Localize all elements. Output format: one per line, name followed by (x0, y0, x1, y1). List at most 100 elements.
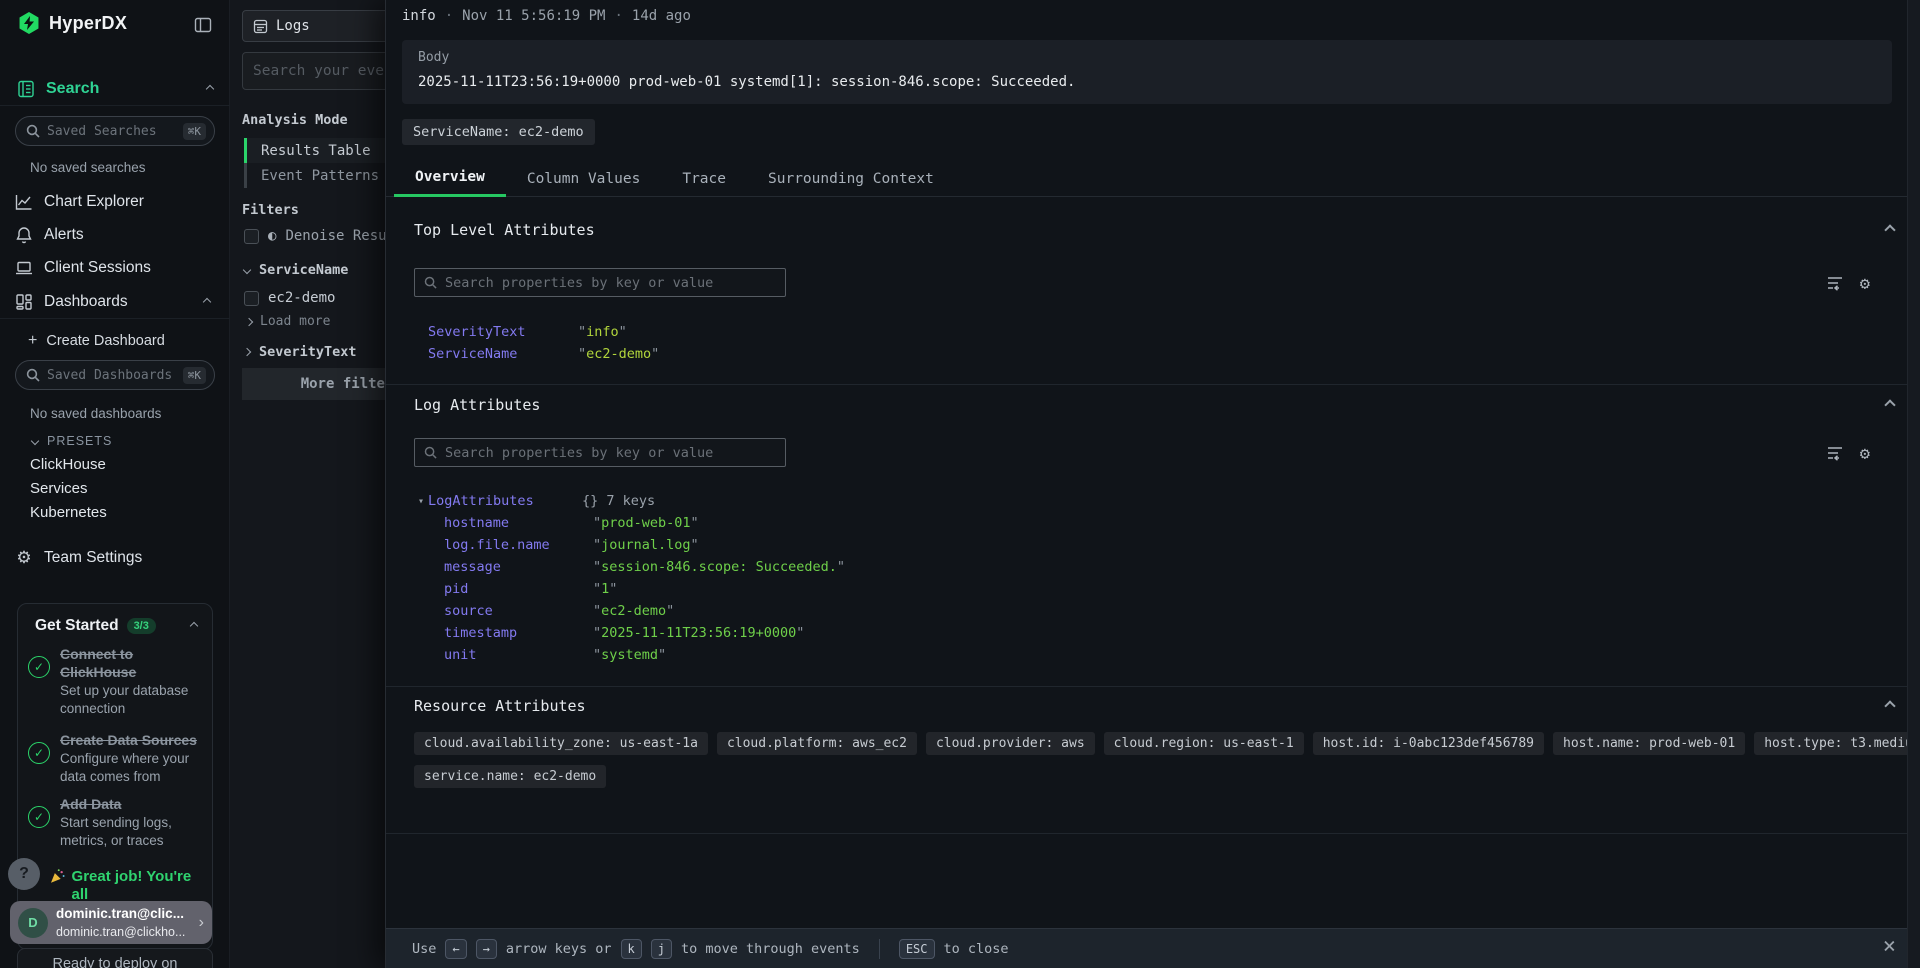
get-started-step[interactable]: ✓ Add Data Start sending logs, metrics, … (28, 796, 204, 850)
tab-overview[interactable]: Overview (394, 160, 506, 197)
attribute-row[interactable]: message "session-846.scope: Succeeded." (444, 559, 845, 575)
sidebar-item-team-settings[interactable]: ⚙ Team Settings (15, 544, 215, 572)
chevron-up-icon[interactable] (190, 622, 198, 630)
filter-group-servicename[interactable]: ServiceName (244, 262, 348, 278)
wrap-text-icon[interactable] (1826, 274, 1844, 296)
help-button[interactable]: ? (8, 858, 40, 890)
collapse-section-icon[interactable] (1884, 399, 1895, 410)
close-icon[interactable]: × (1883, 936, 1896, 958)
log-attributes-root-row[interactable]: ▾ LogAttributes {} 7 keys (418, 493, 655, 509)
step-subtitle: Start sending logs, metrics, or traces (60, 815, 172, 848)
sidebar-item-dashboards[interactable]: Dashboards (15, 288, 215, 316)
search-icon (26, 368, 40, 382)
section-tools: ⚙ (1826, 274, 1870, 296)
attribute-row[interactable]: pid "1" (444, 581, 617, 597)
service-name-chip[interactable]: ServiceName: ec2-demo (402, 119, 595, 145)
divider (386, 833, 1908, 834)
presets-toggle[interactable]: PRESETS (32, 434, 112, 448)
collapse-sidebar-icon[interactable] (194, 16, 212, 39)
preset-clickhouse[interactable]: ClickHouse (30, 456, 106, 473)
no-saved-searches-text: No saved searches (30, 160, 146, 175)
resource-chip[interactable]: cloud.region: us-east-1 (1104, 732, 1304, 755)
more-filters-button[interactable]: More filte (242, 368, 385, 400)
chevron-up-icon[interactable] (206, 85, 214, 93)
line-chart-icon (15, 193, 33, 211)
k-key: k (621, 939, 642, 959)
log-attributes-search-input[interactable]: Search properties by key or value (414, 438, 786, 467)
team-settings-label: Team Settings (44, 549, 142, 567)
sidebar-item-alerts[interactable]: Alerts (15, 221, 215, 249)
event-header: info · Nov 11 5:56:19 PM · 14d ago (402, 8, 691, 24)
load-more-button[interactable]: Load more (246, 314, 330, 329)
sidebar-item-client-sessions[interactable]: Client Sessions (15, 254, 215, 282)
filter-group-severitytext[interactable]: SeverityText (244, 344, 357, 360)
filter-value-label: ec2-demo (268, 290, 335, 306)
attribute-row[interactable]: source "ec2-demo" (444, 603, 674, 619)
chevron-right-icon: › (199, 914, 204, 932)
user-menu[interactable]: D dominic.tran@clic... dominic.tran@clic… (10, 901, 212, 944)
resource-chip[interactable]: cloud.provider: aws (926, 732, 1095, 755)
attribute-row[interactable]: hostname "prod-web-01" (444, 515, 699, 531)
mode-event-patterns[interactable]: Event Patterns (244, 163, 385, 188)
mode-results-table[interactable]: Results Table (244, 138, 385, 163)
resource-chip[interactable]: host.id: i-0abc123def456789 (1313, 732, 1544, 755)
sidebar-item-chart-explorer[interactable]: Chart Explorer (15, 188, 215, 216)
create-dashboard-button[interactable]: + Create Dashboard (28, 332, 165, 350)
resource-chip[interactable]: host.name: prod-web-01 (1553, 732, 1745, 755)
search-label: Search (46, 80, 99, 98)
check-circle-icon: ✓ (28, 656, 50, 678)
attribute-row[interactable]: SeverityText "info" (428, 324, 627, 340)
step-title: Connect to ClickHouse (60, 646, 136, 680)
denoise-filter[interactable]: ◐ Denoise Resul (244, 228, 385, 244)
plus-icon: + (28, 332, 37, 350)
search-placeholder: Search properties by key or value (445, 445, 713, 461)
chevron-up-icon[interactable] (203, 298, 211, 306)
preset-kubernetes[interactable]: Kubernetes (30, 504, 107, 521)
nav-label: Dashboards (44, 293, 128, 311)
scrollbar[interactable] (1907, 0, 1920, 968)
collapse-section-icon[interactable] (1884, 700, 1895, 711)
resource-chip[interactable]: host.type: t3.medium (1754, 732, 1920, 755)
laptop-icon (15, 259, 33, 277)
top-level-attributes-title: Top Level Attributes (414, 221, 595, 239)
collapse-section-icon[interactable] (1884, 224, 1895, 235)
saved-dashboards-input[interactable]: Saved Dashboards ⌘K (15, 360, 215, 390)
saved-searches-input[interactable]: Saved Searches ⌘K (15, 116, 215, 146)
deploy-banner[interactable]: Ready to deploy on (17, 948, 213, 968)
esc-key: ESC (899, 939, 935, 959)
get-started-header[interactable]: Get Started 3/3 (35, 617, 197, 635)
wrap-text-icon[interactable] (1826, 444, 1844, 466)
resource-chips-row: service.name: ec2-demo (414, 765, 606, 788)
denoise-label: Denoise Resul (285, 228, 385, 244)
get-started-step[interactable]: ✓ Connect to ClickHouse Set up your data… (28, 646, 204, 718)
resource-chip[interactable]: service.name: ec2-demo (414, 765, 606, 788)
sidebar-item-search[interactable]: Search (17, 80, 213, 98)
top-level-search-input[interactable]: Search properties by key or value (414, 268, 786, 297)
resource-chip[interactable]: cloud.availability_zone: us-east-1a (414, 732, 708, 755)
tab-surrounding-context[interactable]: Surrounding Context (747, 160, 955, 197)
tab-column-values[interactable]: Column Values (506, 160, 662, 197)
source-selector[interactable]: Logs (242, 10, 385, 42)
step-subtitle: Set up your database connection (60, 683, 188, 716)
check-circle-icon: ✓ (28, 742, 50, 764)
resource-chip[interactable]: cloud.platform: aws_ec2 (717, 732, 917, 755)
gear-icon[interactable]: ⚙ (1860, 444, 1870, 466)
divider (879, 939, 880, 959)
attribute-row[interactable]: ServiceName "ec2-demo" (428, 346, 659, 362)
gear-icon[interactable]: ⚙ (1860, 274, 1870, 296)
checkbox[interactable] (244, 291, 259, 306)
expander-triangle-icon[interactable]: ▾ (418, 496, 424, 507)
hyperdx-logo-icon (18, 12, 40, 34)
tab-trace[interactable]: Trace (661, 160, 747, 197)
attribute-row[interactable]: unit "systemd" (444, 647, 666, 663)
attribute-row[interactable]: timestamp "2025-11-11T23:56:19+0000" (444, 625, 804, 641)
filter-value-ec2-demo[interactable]: ec2-demo (244, 290, 385, 306)
keys-count-badge: {} 7 keys (582, 493, 655, 509)
attribute-row[interactable]: log.file.name "journal.log" (444, 537, 699, 553)
preset-services[interactable]: Services (30, 480, 88, 497)
get-started-step[interactable]: ✓ Create Data Sources Configure where yo… (28, 732, 204, 786)
severity-text: info (402, 8, 436, 24)
event-search-input[interactable] (242, 52, 385, 90)
user-email: dominic.tran@clickho... (56, 925, 185, 939)
checkbox[interactable] (244, 229, 259, 244)
